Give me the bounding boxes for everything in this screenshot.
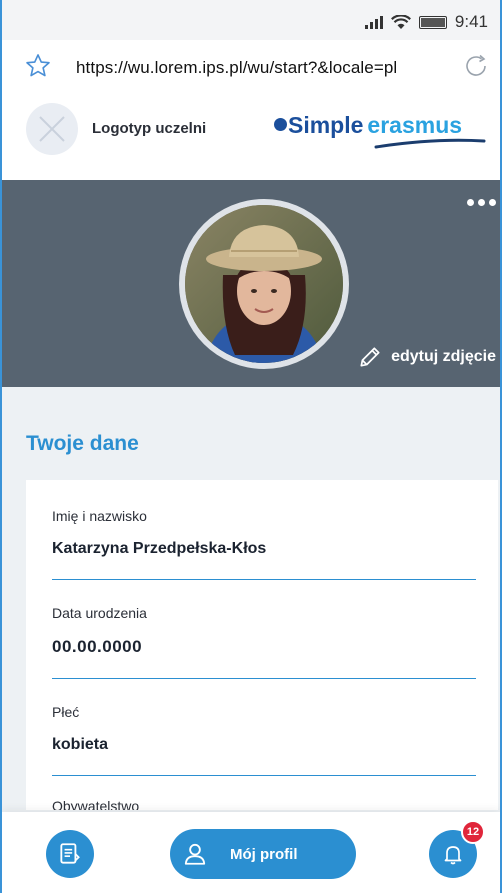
status-time: 9:41 [454,12,488,31]
field-citizenship[interactable]: Obywatelstwo [52,798,476,810]
star-icon[interactable] [24,52,52,80]
field-label: Płeć [52,704,80,720]
field-label: Imię i nazwisko [52,508,147,524]
reload-icon[interactable] [460,50,492,82]
phone-screen: 9:41 https://wu.lorem.ips.pl/wu/start?&l… [0,0,502,893]
section-title: Twoje dane [26,432,139,455]
status-bar: 9:41 [2,0,500,40]
url-field[interactable]: https://wu.lorem.ips.pl/wu/start?&locale… [76,58,397,78]
field-full-name[interactable]: Imię i nazwisko Katarzyna Przedpełska-Kł… [52,508,476,580]
avatar[interactable] [179,199,349,369]
my-profile-button[interactable]: Mój profil [170,829,356,879]
brand-part-2: erasmus [367,112,463,138]
bell-icon [444,846,462,865]
signal-icon [364,15,383,29]
notification-badge: 12 [461,820,485,844]
document-icon [60,843,80,864]
brand-swoosh [374,138,486,149]
field-value: Katarzyna Przedpełska-Kłos [52,540,267,557]
personal-data-card: Imię i nazwisko Katarzyna Przedpełska-Kł… [26,480,498,810]
brand-logo: Simple erasmus [274,112,462,139]
battery-icon [418,15,447,29]
edit-photo-label: edytuj zdjęcie [391,348,496,365]
university-logo [26,103,78,155]
edit-photo-link[interactable]: edytuj zdjęcie [357,344,496,370]
field-value: kobieta [52,736,109,753]
more-icon[interactable] [467,199,496,206]
field-gender[interactable]: Płeć kobieta [52,704,476,776]
user-icon [184,843,206,865]
my-profile-label: Mój profil [230,845,298,863]
field-value: 00.00.0000 [52,637,143,656]
pencil-icon [360,347,380,367]
university-logo-label: Logotyp uczelni [92,120,207,137]
wifi-icon [390,14,411,29]
documents-button[interactable] [46,830,94,878]
field-label: Data urodzenia [52,605,147,621]
field-birth-date[interactable]: Data urodzenia 00.00.0000 [52,605,476,679]
field-label: Obywatelstwo [52,798,140,810]
brand-part-1: Simple [288,112,364,138]
